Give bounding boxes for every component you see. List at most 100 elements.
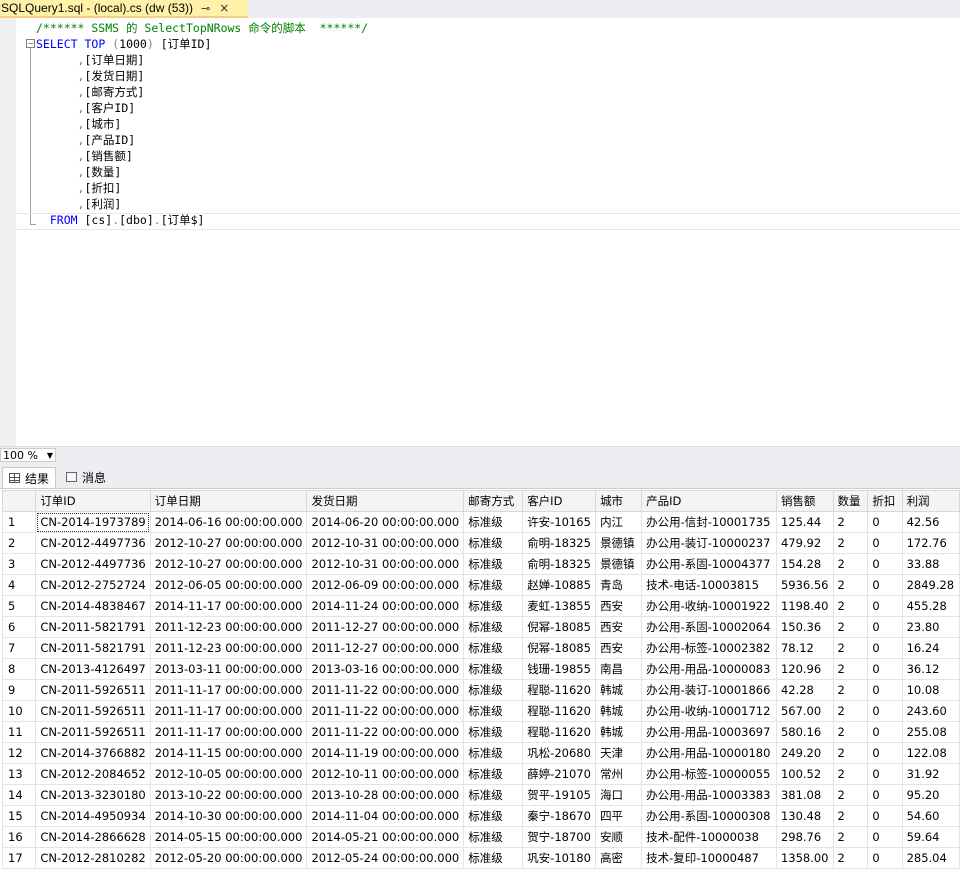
table-cell[interactable]: 130.48 (775, 805, 834, 827)
table-cell[interactable]: 2012-06-05 00:00:00.000 (149, 574, 308, 596)
table-cell[interactable]: 5936.56 (775, 574, 834, 596)
table-cell[interactable]: 俞明-18325 (522, 532, 597, 554)
code-line[interactable]: ,[产品ID] (36, 132, 368, 148)
row-number[interactable]: 3 (2, 553, 37, 575)
row-number[interactable]: 11 (2, 721, 37, 743)
code-line[interactable]: ,[客户ID] (36, 100, 368, 116)
table-cell[interactable]: CN-2012-2752724 (35, 574, 151, 596)
table-cell[interactable]: 2 (832, 637, 869, 659)
table-cell[interactable]: 122.08 (901, 742, 960, 764)
table-cell[interactable]: 景德镇 (595, 553, 643, 575)
table-cell[interactable]: 2 (832, 553, 869, 575)
table-row[interactable]: 17 CN-2012-2810282 2012-05-20 00:00:00.000… (2, 847, 960, 869)
query-editor[interactable]: − /****** SSMS 的 SelectTopNRows 命令的脚本 **… (0, 18, 960, 446)
table-cell[interactable]: 100.52 (775, 763, 834, 785)
table-cell[interactable]: 西安 (595, 595, 643, 617)
row-number[interactable]: 4 (2, 574, 37, 596)
column-header[interactable]: 折扣 (867, 490, 903, 512)
table-cell[interactable]: 西安 (595, 616, 643, 638)
table-cell[interactable]: 2014-05-21 00:00:00.000 (306, 826, 465, 848)
table-row[interactable]: 12 CN-2014-3766882 2014-11-15 00:00:00.000… (2, 742, 960, 764)
table-cell[interactable]: 程聪-11620 (522, 700, 597, 722)
row-number[interactable]: 17 (2, 847, 37, 869)
row-number[interactable]: 9 (2, 679, 37, 701)
table-cell[interactable]: 2011-12-23 00:00:00.000 (149, 616, 308, 638)
table-cell[interactable]: 2 (832, 826, 869, 848)
row-number[interactable]: 6 (2, 616, 37, 638)
table-cell[interactable]: 2014-11-04 00:00:00.000 (306, 805, 465, 827)
table-cell[interactable]: 标准级 (463, 721, 524, 743)
row-number[interactable]: 14 (2, 784, 37, 806)
table-row[interactable]: 10 CN-2011-5926511 2011-11-17 00:00:00.000… (2, 700, 960, 722)
table-cell[interactable]: CN-2011-5926511 (35, 700, 151, 722)
table-cell[interactable]: 青岛 (595, 574, 643, 596)
table-cell[interactable]: 办公用-收纳-10001712 (641, 700, 777, 722)
table-cell[interactable]: 0 (867, 805, 903, 827)
code-line[interactable]: ,[订单日期] (36, 52, 368, 68)
table-row[interactable]: 14 CN-2013-3230180 2013-10-22 00:00:00.000… (2, 784, 960, 806)
table-cell[interactable]: 南昌 (595, 658, 643, 680)
table-cell[interactable]: 韩城 (595, 721, 643, 743)
code-line[interactable]: ,[销售额] (36, 148, 368, 164)
table-cell[interactable]: 0 (867, 511, 903, 533)
table-cell[interactable]: 标准级 (463, 847, 524, 869)
table-cell[interactable]: 2 (832, 679, 869, 701)
table-cell[interactable]: 2014-11-17 00:00:00.000 (149, 595, 308, 617)
table-cell[interactable]: 2 (832, 532, 869, 554)
row-number[interactable]: 13 (2, 763, 37, 785)
sql-code[interactable]: /****** SSMS 的 SelectTopNRows 命令的脚本 ****… (36, 20, 368, 228)
table-cell[interactable]: 标准级 (463, 637, 524, 659)
table-cell[interactable]: 78.12 (775, 637, 834, 659)
table-cell[interactable]: 95.20 (901, 784, 960, 806)
column-header[interactable]: 订单日期 (149, 490, 308, 512)
table-cell[interactable]: 2 (832, 700, 869, 722)
table-cell[interactable]: 2013-03-11 00:00:00.000 (149, 658, 308, 680)
table-row[interactable]: 13 CN-2012-2084652 2012-10-05 00:00:00.000… (2, 763, 960, 785)
table-cell[interactable]: 2012-05-20 00:00:00.000 (149, 847, 308, 869)
table-cell[interactable]: 0 (867, 784, 903, 806)
row-number[interactable]: 16 (2, 826, 37, 848)
row-number[interactable]: 5 (2, 595, 37, 617)
table-cell[interactable]: 2011-11-17 00:00:00.000 (149, 700, 308, 722)
column-header[interactable]: 城市 (595, 490, 643, 512)
table-row[interactable]: 9 CN-2011-5926511 2011-11-17 00:00:00.000 2… (2, 679, 960, 701)
table-cell[interactable]: 办公用-装订-10000237 (641, 532, 777, 554)
table-cell[interactable]: 办公用-系固-10000308 (641, 805, 777, 827)
table-cell[interactable]: 2011-11-22 00:00:00.000 (306, 721, 465, 743)
table-cell[interactable]: 办公用-信封-10001735 (641, 511, 777, 533)
table-cell[interactable]: 31.92 (901, 763, 960, 785)
table-cell[interactable]: 2014-06-20 00:00:00.000 (306, 511, 465, 533)
table-cell[interactable]: 0 (867, 574, 903, 596)
table-cell[interactable]: 程聪-11620 (522, 679, 597, 701)
table-cell[interactable]: 455.28 (901, 595, 960, 617)
table-cell[interactable]: CN-2012-2084652 (35, 763, 151, 785)
table-cell[interactable]: 2014-06-16 00:00:00.000 (149, 511, 308, 533)
table-cell[interactable]: 办公用-收纳-10001922 (641, 595, 777, 617)
code-line[interactable]: ,[城市] (36, 116, 368, 132)
document-tab[interactable]: SQLQuery1.sql - (local).cs (dw (53)) ⊸ × (0, 0, 248, 18)
table-cell[interactable]: 2012-10-27 00:00:00.000 (149, 532, 308, 554)
code-line[interactable]: FROM [cs].[dbo].[订单$] (36, 212, 368, 228)
table-cell[interactable]: 麦虹-13855 (522, 595, 597, 617)
tab-messages[interactable]: 消息 (60, 467, 112, 487)
table-cell[interactable]: 0 (867, 700, 903, 722)
column-header[interactable]: 发货日期 (306, 490, 465, 512)
table-cell[interactable]: 标准级 (463, 679, 524, 701)
table-cell[interactable]: 16.24 (901, 637, 960, 659)
table-cell[interactable]: 125.44 (775, 511, 834, 533)
table-cell[interactable]: 标准级 (463, 532, 524, 554)
table-cell[interactable]: 薛婷-21070 (522, 763, 597, 785)
code-line[interactable]: ,[折扣] (36, 180, 368, 196)
row-number[interactable]: 10 (2, 700, 37, 722)
table-cell[interactable]: 36.12 (901, 658, 960, 680)
table-cell[interactable]: 赵婵-10885 (522, 574, 597, 596)
table-cell[interactable]: 2849.28 (901, 574, 960, 596)
table-cell[interactable]: 高密 (595, 847, 643, 869)
table-cell[interactable]: 243.60 (901, 700, 960, 722)
table-cell[interactable]: 0 (867, 595, 903, 617)
table-cell[interactable]: 西安 (595, 637, 643, 659)
table-cell[interactable]: 285.04 (901, 847, 960, 869)
table-cell[interactable]: 办公用-用品-10003697 (641, 721, 777, 743)
table-cell[interactable]: 23.80 (901, 616, 960, 638)
table-cell[interactable]: 0 (867, 553, 903, 575)
